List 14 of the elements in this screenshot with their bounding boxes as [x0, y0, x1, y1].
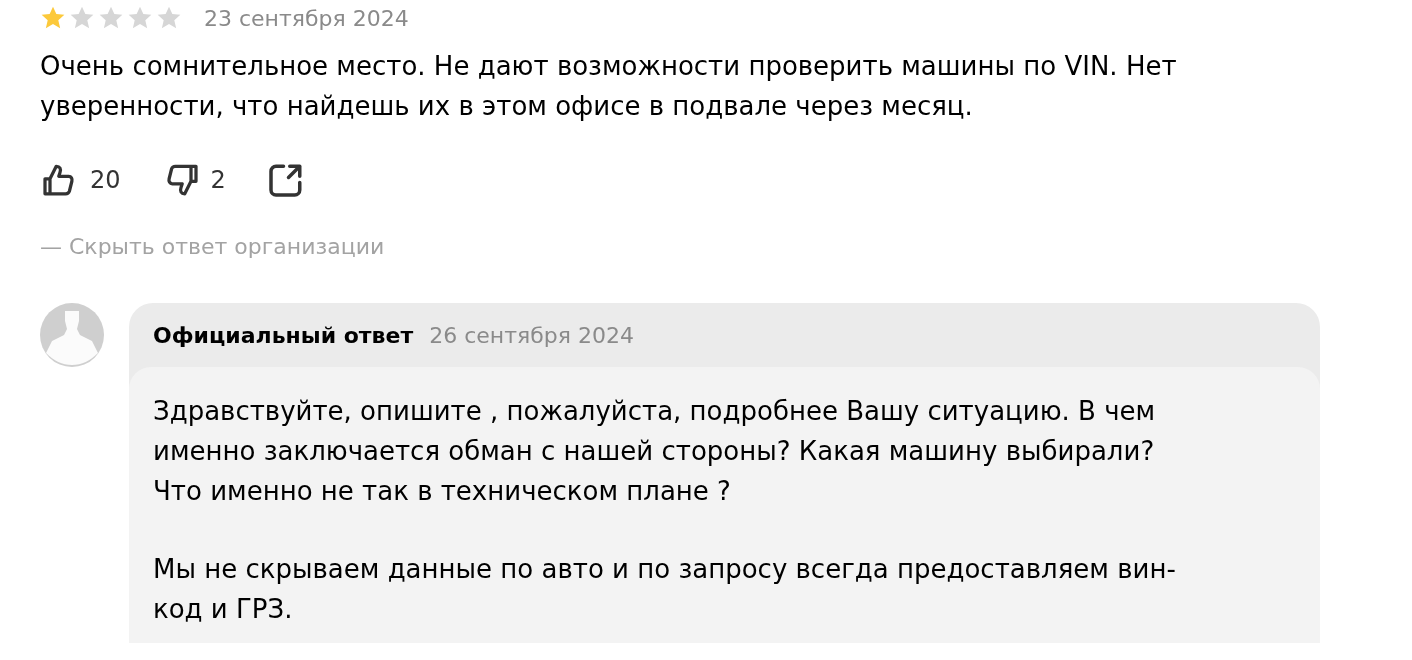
reply-text: Мы не скрываем данные по авто и по запросу всегда предоставляем вин- код и ГРЗ. [153, 553, 1177, 626]
review-text: Очень сомнительное место. Не дают возможности проверить машины по VIN. Нет уверенности, что найдешь их в этом офисе в подвале через месяц. [40, 50, 1178, 123]
reply-date: 26 сентября 2024 [429, 322, 634, 348]
review-date: 23 сентября 2024 [204, 5, 409, 31]
star-icon [156, 5, 182, 31]
dislike-button[interactable]: 2 [160, 160, 226, 200]
reply-text: Здравствуйте, опишите , пожалуйста, подробнее Вашу ситуацию. В чем именно заключается обман с нашей стороны? Какая машину выбирали? Что именно не так в техническом плане ? [153, 395, 1157, 508]
star-icon [127, 5, 153, 31]
star-icon [69, 5, 95, 31]
like-button[interactable]: 20 [40, 160, 121, 200]
reply-title: Официальный ответ [153, 322, 414, 348]
star-icon [40, 5, 66, 31]
avatar-icon [40, 303, 104, 367]
star-icon [98, 5, 124, 31]
